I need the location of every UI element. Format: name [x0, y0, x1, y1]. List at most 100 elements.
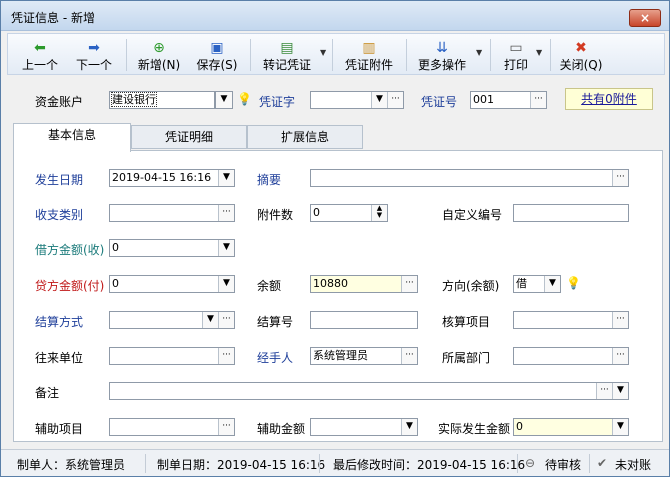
ellipsis-icon[interactable]: ···	[612, 348, 628, 364]
chevron-down-icon[interactable]: ▼	[371, 92, 387, 108]
close-icon: ✖	[575, 40, 587, 56]
voucher-attach-label: 凭证附件	[344, 58, 393, 72]
double-chevron-down-icon: ⇊	[436, 40, 448, 56]
ellipsis-icon[interactable]: ···	[218, 348, 234, 364]
title-bar[interactable]: 凭证信息 - 新增 ×	[1, 1, 669, 31]
voucher-word-label: 凭证字	[259, 95, 296, 109]
voucher-window: 凭证信息 - 新增 × ⬅ 上一个 ➡ 下一个 ⊕ 新增(N) ▣ 保存(S) …	[0, 0, 670, 477]
add-button[interactable]: ⊕ 新增(N)	[134, 36, 184, 74]
aux-item-input[interactable]: ···	[109, 418, 235, 436]
post-voucher-button[interactable]: ▤ 转记凭证	[258, 36, 316, 74]
handler-label: 经手人	[257, 351, 294, 365]
save-label: 保存(S)	[196, 58, 238, 72]
aux-item-label: 辅助项目	[35, 422, 84, 436]
print-button[interactable]: ▭ 打印	[498, 36, 534, 74]
handler-input[interactable]: 系统管理员 ···	[310, 347, 418, 365]
date-value: 2019-04-15 16:16	[112, 171, 212, 184]
account-dropdown[interactable]: ▼	[215, 91, 233, 109]
window-close-button[interactable]: ×	[629, 9, 661, 27]
chevron-down-icon[interactable]: ▼	[612, 419, 628, 435]
tab-basic-info[interactable]: 基本信息	[13, 123, 131, 152]
ellipsis-icon[interactable]: ···	[401, 348, 417, 364]
voucher-no-label: 凭证号	[421, 95, 458, 109]
save-button[interactable]: ▣ 保存(S)	[192, 36, 242, 74]
toolbar-separator	[126, 39, 127, 71]
print-label: 打印	[503, 58, 528, 72]
spinner-icon[interactable]: ▲ ▼	[371, 205, 387, 221]
ellipsis-icon[interactable]: ···	[401, 276, 417, 292]
attach-num-stepper[interactable]: 0 ▲ ▼	[310, 204, 388, 222]
aux-amount-input[interactable]: ▼	[310, 418, 418, 436]
more-actions-button[interactable]: ⇊ 更多操作	[412, 36, 472, 74]
post-voucher-label: 转记凭证	[262, 58, 311, 72]
more-dropdown-icon[interactable]: ▼	[476, 48, 482, 57]
ellipsis-icon[interactable]: ···	[596, 383, 612, 399]
settle-select[interactable]: ▼ ···	[109, 311, 235, 329]
ellipsis-icon[interactable]: ···	[218, 312, 234, 328]
printer-icon: ▭	[509, 40, 523, 56]
ellipsis-icon[interactable]: ···	[218, 419, 234, 435]
chevron-down-icon[interactable]: ▼	[612, 383, 628, 399]
prev-button[interactable]: ⬅ 上一个	[18, 36, 62, 74]
acct-item-input[interactable]: ···	[513, 311, 629, 329]
balance-field[interactable]: 10880 ···	[310, 275, 418, 293]
next-button[interactable]: ➡ 下一个	[72, 36, 116, 74]
ellipsis-icon[interactable]: ···	[218, 205, 234, 221]
direction-select[interactable]: 借 ▼	[513, 275, 561, 293]
category-input[interactable]: ···	[109, 204, 235, 222]
voucher-no-input[interactable]: 001 ···	[470, 91, 547, 109]
post-dropdown-icon[interactable]: ▼	[320, 48, 326, 57]
attach-num-value: 0	[313, 206, 320, 219]
direction-label: 方向(余额)	[442, 279, 500, 293]
chevron-down-icon[interactable]: ▼	[544, 276, 560, 292]
ellipsis-icon[interactable]: ···	[612, 170, 628, 186]
custom-no-input[interactable]	[513, 204, 629, 222]
arrow-left-icon: ⬅	[34, 40, 46, 56]
toolbar-separator	[490, 39, 491, 71]
toolbar: ⬅ 上一个 ➡ 下一个 ⊕ 新增(N) ▣ 保存(S) ▤ 转记凭证 ▼ ▥ 凭…	[7, 33, 665, 75]
minus-circle-icon: ⊖	[525, 456, 536, 470]
direction-value: 借	[516, 277, 527, 290]
voucher-word-select[interactable]: ▼ ···	[310, 91, 404, 109]
credit-input[interactable]: 0 ▼	[109, 275, 235, 293]
chevron-down-icon[interactable]: ▼	[202, 312, 218, 328]
settle-no-input[interactable]	[310, 311, 418, 329]
close-button[interactable]: ✖ 关闭(Q)	[556, 36, 606, 74]
dept-input[interactable]: ···	[513, 347, 629, 365]
ellipsis-icon[interactable]: ···	[387, 92, 403, 108]
modified-status: 最后修改时间：2019-04-15 16:16	[333, 458, 526, 472]
toolbar-separator	[332, 39, 333, 71]
prev-label: 上一个	[21, 58, 58, 72]
toolbar-separator	[250, 39, 251, 71]
clipboard-icon: ▥	[362, 40, 376, 56]
chevron-down-icon[interactable]: ▼	[401, 419, 417, 435]
make-date-status: 制单日期：2019-04-15 16:16	[157, 458, 326, 472]
attachment-count-link[interactable]: 共有0附件	[565, 88, 653, 110]
tab-voucher-detail[interactable]: 凭证明细	[131, 125, 247, 149]
actual-amount-input[interactable]: 0 ▼	[513, 418, 629, 436]
add-icon: ⊕	[153, 40, 165, 56]
ellipsis-icon[interactable]: ···	[612, 312, 628, 328]
voucher-attach-button[interactable]: ▥ 凭证附件	[340, 36, 398, 74]
debit-input[interactable]: 0 ▼	[109, 239, 235, 257]
account-label: 资金账户	[35, 95, 84, 109]
chevron-down-icon[interactable]: ▼	[218, 276, 234, 292]
date-picker[interactable]: 2019-04-15 16:16 ▼	[109, 169, 235, 187]
summary-label: 摘要	[257, 173, 282, 187]
arrow-right-icon: ➡	[88, 40, 100, 56]
account-select[interactable]: 建设银行	[109, 91, 215, 109]
toolbar-separator	[406, 39, 407, 71]
ellipsis-icon[interactable]: ···	[530, 92, 546, 108]
chevron-down-icon[interactable]: ▼	[218, 240, 234, 256]
remark-input[interactable]: ··· ▼	[109, 382, 629, 400]
add-label: 新增(N)	[137, 58, 181, 72]
check-icon: ✔	[597, 456, 608, 470]
settle-no-label: 结算号	[257, 315, 294, 329]
custom-no-label: 自定义编号	[442, 208, 503, 222]
chevron-down-icon[interactable]: ▼	[218, 170, 234, 186]
partner-input[interactable]: ···	[109, 347, 235, 365]
partner-label: 往来单位	[35, 351, 84, 365]
print-dropdown-icon[interactable]: ▼	[536, 48, 542, 57]
tab-extended-info[interactable]: 扩展信息	[247, 125, 363, 149]
summary-input[interactable]: ···	[310, 169, 629, 187]
